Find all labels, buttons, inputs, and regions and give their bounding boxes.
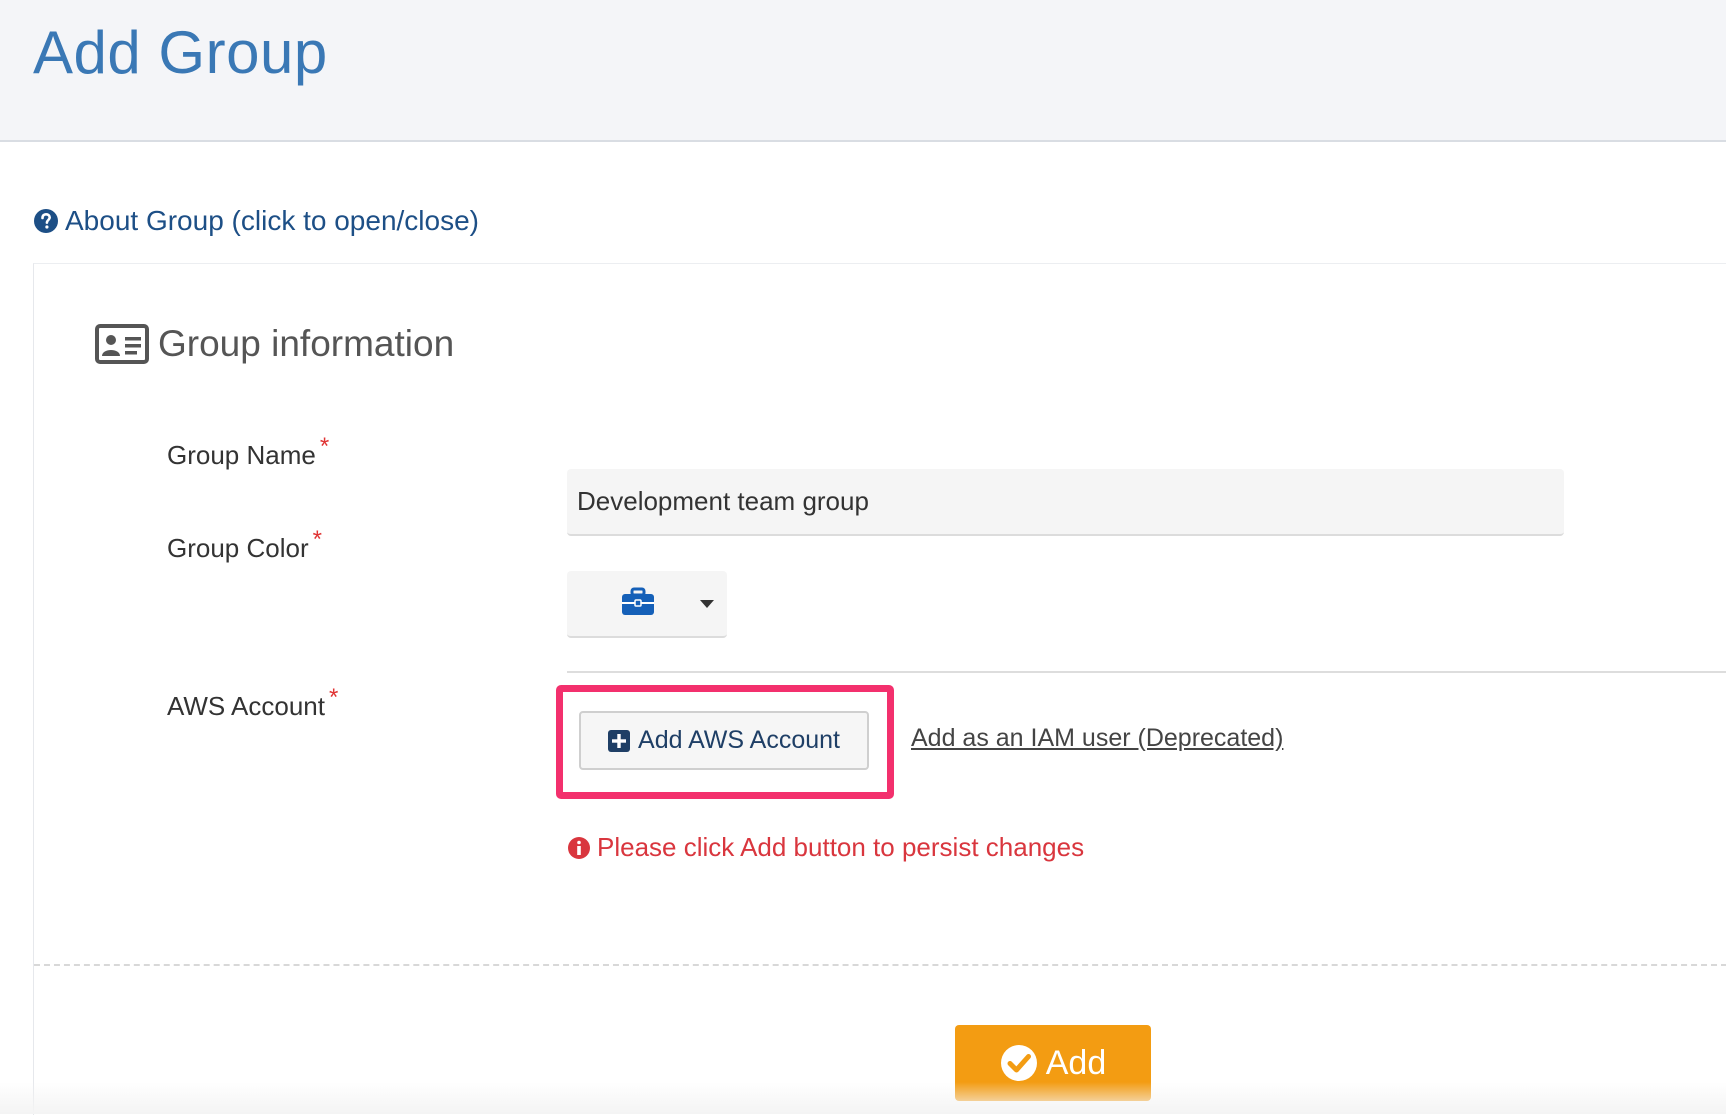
group-name-label: Group Name *: [167, 433, 330, 470]
add-aws-account-label: Add AWS Account: [638, 726, 840, 754]
id-card-icon: [95, 324, 149, 364]
about-group-toggle[interactable]: About Group (click to open/close): [33, 205, 479, 237]
add-submit-button[interactable]: Add: [955, 1025, 1151, 1101]
add-iam-user-link[interactable]: Add as an IAM user (Deprecated): [911, 724, 1283, 753]
required-mark: *: [312, 526, 322, 553]
plus-square-icon: [608, 729, 631, 752]
add-aws-account-button[interactable]: Add AWS Account: [579, 711, 869, 770]
about-group-label: About Group (click to open/close): [65, 205, 479, 236]
field-divider: [567, 671, 1726, 673]
required-mark: *: [329, 684, 339, 711]
aws-account-label: AWS Account *: [167, 684, 339, 721]
section-title: Group information: [158, 323, 455, 364]
form-footer-divider: [34, 964, 1726, 966]
group-color-label: Group Color *: [167, 526, 322, 563]
persist-warning: Please click Add button to persist chang…: [567, 832, 1084, 863]
check-circle-icon: [1000, 1045, 1037, 1081]
question-circle-icon: [34, 209, 58, 233]
group-form-panel: Group information Group Name* Group Colo…: [33, 263, 1726, 1115]
info-circle-icon: [568, 836, 590, 859]
required-mark: *: [319, 433, 330, 460]
caret-down-icon: [700, 600, 714, 608]
add-submit-label: Add: [1045, 1043, 1107, 1082]
page-title: Add Group: [33, 19, 328, 86]
group-name-input[interactable]: [567, 469, 1564, 536]
briefcase-icon: [622, 587, 654, 615]
section-heading: Group information: [94, 322, 454, 366]
persist-warning-text: Please click Add button to persist chang…: [597, 832, 1085, 862]
group-color-select[interactable]: [567, 571, 727, 638]
page-header: Add Group: [0, 0, 1726, 142]
